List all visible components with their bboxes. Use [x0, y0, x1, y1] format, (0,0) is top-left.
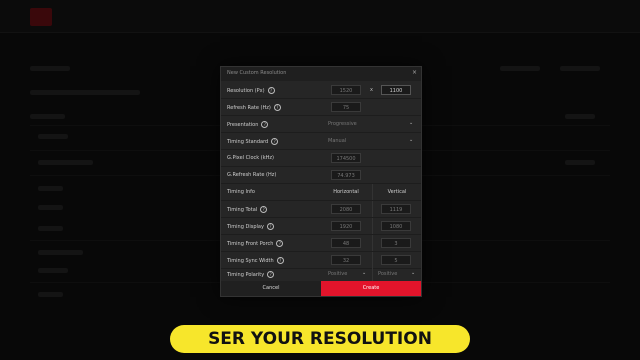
timing-total-h-input[interactable]: 2080 [331, 204, 361, 214]
timing-display-v-input[interactable]: 1080 [381, 221, 411, 231]
info-icon[interactable]: ? [267, 87, 275, 94]
timing-total-row: Timing Total? 2080 1119 [221, 201, 421, 218]
timing-sync-width-label: Timing Sync Width [227, 258, 274, 264]
info-icon[interactable]: ? [276, 257, 284, 264]
column-divider [372, 218, 373, 234]
create-button[interactable]: Create [321, 281, 421, 296]
pixel-clock-input[interactable]: 174500 [331, 153, 361, 163]
resolution-row: Resolution (Px)? 1520 x 1100 [221, 82, 421, 99]
g-refresh-rate-label: G.Refresh Rate (Hz) [227, 172, 277, 178]
timing-polarity-label: Timing Polarity [227, 272, 265, 278]
timing-total-label: Timing Total [227, 207, 258, 213]
g-refresh-rate-input[interactable]: 74.973 [331, 170, 361, 180]
timing-display-h-input[interactable]: 1920 [331, 221, 361, 231]
chevron-down-icon[interactable]: ⌄ [409, 120, 413, 126]
column-divider [372, 235, 373, 251]
dialog-header: New Custom Resolution × [221, 67, 421, 81]
resolution-separator: x [370, 87, 373, 93]
vertical-column-header: Vertical [387, 189, 407, 195]
caption-banner: SER YOUR RESOLUTION [170, 325, 470, 353]
info-icon[interactable]: ? [273, 104, 281, 111]
timing-front-porch-row: Timing Front Porch? 48 3 [221, 235, 421, 252]
horizontal-column-header: Horizontal [333, 189, 359, 195]
refresh-rate-label: Refresh Rate (Hz) [227, 105, 271, 111]
timing-front-porch-h-input[interactable]: 48 [331, 238, 361, 248]
timing-sync-width-h-input[interactable]: 32 [331, 255, 361, 265]
timing-info-label: Timing Info [227, 189, 255, 195]
timing-display-row: Timing Display? 1920 1080 [221, 218, 421, 235]
pixel-clock-row: G.Pixel Clock (kHz) 174500 [221, 150, 421, 167]
dialog-title: New Custom Resolution [227, 70, 287, 76]
timing-front-porch-label: Timing Front Porch [227, 241, 274, 247]
timing-polarity-row: Timing Polarity? Positive ⌄ Positive ⌄ [221, 267, 421, 281]
dialog-footer: Cancel Create [221, 281, 421, 296]
resolution-height-input[interactable]: 1100 [381, 85, 411, 95]
presentation-row[interactable]: Presentation? Progressive ⌄ [221, 116, 421, 133]
info-icon[interactable]: ? [267, 271, 275, 278]
pixel-clock-label: G.Pixel Clock (kHz) [227, 155, 274, 161]
refresh-rate-input[interactable]: 75 [331, 102, 361, 112]
column-divider [372, 252, 373, 268]
custom-resolution-dialog: New Custom Resolution × Resolution (Px)?… [220, 66, 422, 297]
presentation-label: Presentation [227, 122, 259, 128]
resolution-label: Resolution (Px) [227, 88, 265, 94]
info-icon[interactable]: ? [261, 121, 269, 128]
info-icon[interactable]: ? [271, 138, 279, 145]
g-refresh-rate-row: G.Refresh Rate (Hz) 74.973 [221, 167, 421, 184]
timing-front-porch-v-input[interactable]: 3 [381, 238, 411, 248]
timing-standard-select[interactable]: Manual [328, 138, 346, 144]
timing-sync-width-v-input[interactable]: 5 [381, 255, 411, 265]
timing-display-label: Timing Display [227, 224, 264, 230]
info-icon[interactable]: ? [276, 240, 284, 247]
timing-total-v-input[interactable]: 1119 [381, 204, 411, 214]
timing-info-row: Timing Info Horizontal Vertical [221, 184, 421, 201]
column-divider [372, 267, 373, 281]
resolution-width-input[interactable]: 1520 [331, 85, 361, 95]
timing-standard-row[interactable]: Timing Standard? Manual ⌄ [221, 133, 421, 150]
cancel-button[interactable]: Cancel [221, 281, 321, 296]
presentation-select[interactable]: Progressive [328, 121, 357, 127]
chevron-down-icon[interactable]: ⌄ [411, 270, 415, 276]
column-divider [372, 201, 373, 217]
info-icon[interactable]: ? [260, 206, 268, 213]
timing-standard-label: Timing Standard [227, 139, 269, 145]
refresh-rate-row: Refresh Rate (Hz)? 75 [221, 99, 421, 116]
close-icon[interactable]: × [412, 69, 417, 76]
timing-polarity-v-select[interactable]: Positive [378, 271, 397, 277]
timing-polarity-h-select[interactable]: Positive [328, 271, 347, 277]
chevron-down-icon[interactable]: ⌄ [409, 137, 413, 143]
info-icon[interactable]: ? [266, 223, 274, 230]
chevron-down-icon[interactable]: ⌄ [362, 270, 366, 276]
